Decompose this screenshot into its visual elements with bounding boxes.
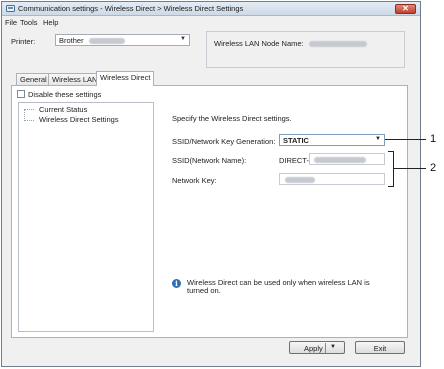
redacted-ssid xyxy=(314,157,366,163)
tree-connector xyxy=(24,109,34,110)
split-divider xyxy=(325,343,326,353)
disable-settings-checkbox[interactable] xyxy=(17,90,25,98)
callout-bracket xyxy=(393,151,394,187)
info-message: Wireless Direct can be used only when wi… xyxy=(187,278,370,295)
menu-tools[interactable]: Tools xyxy=(20,18,38,27)
callout-bracket xyxy=(388,186,394,187)
tab-wireless-direct[interactable]: Wireless Direct xyxy=(96,71,155,86)
redacted-node-name xyxy=(308,41,367,48)
ssid-prefix: DIRECT- xyxy=(279,156,309,165)
section-heading: Specify the Wireless Direct settings. xyxy=(172,114,292,123)
menu-help[interactable]: Help xyxy=(43,18,58,27)
tree-item-wireless-direct-settings[interactable]: Wireless Direct Settings xyxy=(39,115,119,124)
menu-bar: File Tools Help xyxy=(2,17,420,27)
chevron-down-icon: ▼ xyxy=(375,136,381,142)
menu-file[interactable]: File xyxy=(5,18,17,27)
chevron-down-icon[interactable]: ▼ xyxy=(330,344,336,350)
title-bar: Communication settings - Wireless Direct… xyxy=(2,2,420,16)
info-icon: i xyxy=(172,279,181,288)
apply-label: Apply xyxy=(304,344,323,353)
callout-line xyxy=(385,139,426,140)
callout-line xyxy=(393,168,426,169)
tree-item-current-status[interactable]: Current Status xyxy=(39,105,87,114)
printer-label: Printer: xyxy=(11,37,36,46)
tab-general[interactable]: General xyxy=(16,73,51,85)
callout-1: 1 xyxy=(430,133,437,145)
window-title: Communication settings - Wireless Direct… xyxy=(18,4,244,13)
ssid-generation-label: SSID/Network Key Generation: xyxy=(172,137,276,146)
ssid-generation-select[interactable]: STATIC ▼ xyxy=(279,134,385,146)
app-icon xyxy=(6,5,15,12)
close-button[interactable]: ✕ xyxy=(395,4,416,14)
ssid-generation-value: STATIC xyxy=(283,136,309,145)
settings-tree: Current Status Wireless Direct Settings xyxy=(18,102,154,332)
callout-2: 2 xyxy=(430,162,437,174)
exit-button[interactable]: Exit xyxy=(355,341,405,354)
disable-settings-label: Disable these settings xyxy=(28,90,102,99)
chevron-down-icon: ▼ xyxy=(180,36,186,42)
tree-connector xyxy=(24,120,34,121)
apply-button[interactable]: Apply ▼ xyxy=(289,341,345,354)
node-name-group: Wireless LAN Node Name: xyxy=(206,31,405,68)
ssid-name-label: SSID(Network Name): xyxy=(172,156,247,165)
printer-value: Brother xyxy=(59,36,84,45)
redacted-model xyxy=(88,38,125,45)
redacted-network-key xyxy=(285,177,315,183)
tab-wireless-lan[interactable]: Wireless LAN xyxy=(48,73,102,85)
network-key-label: Network Key: xyxy=(172,176,217,185)
ssid-name-field[interactable] xyxy=(309,153,385,165)
printer-select[interactable]: Brother ▼ xyxy=(55,34,190,46)
network-key-field[interactable] xyxy=(279,173,385,185)
node-name-label: Wireless LAN Node Name: xyxy=(214,39,304,48)
